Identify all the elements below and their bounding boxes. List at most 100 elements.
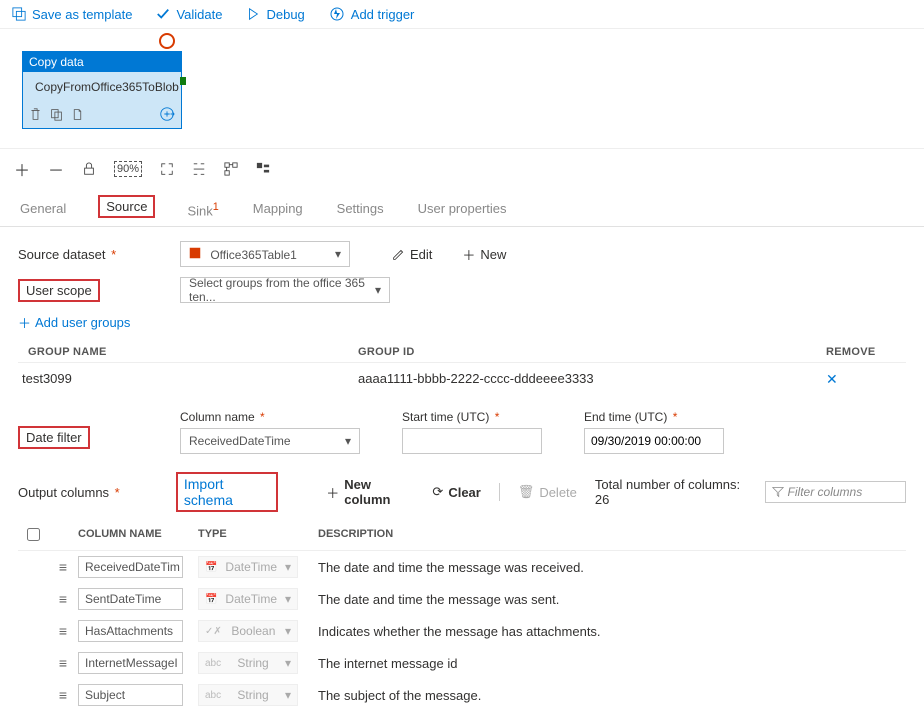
- chevron-down-icon: ▾: [285, 656, 291, 670]
- pencil-icon: [392, 248, 405, 261]
- plus-icon: ＋: [326, 483, 339, 502]
- drag-handle-icon[interactable]: ≡: [48, 623, 78, 639]
- canvas-toolbar: ＋ － 90%: [0, 149, 924, 189]
- tree-view-icon[interactable]: [256, 162, 270, 176]
- source-dataset-label: Source dataset *: [18, 247, 168, 262]
- edit-button[interactable]: Edit: [392, 247, 432, 262]
- type-icon: 📅: [205, 594, 217, 605]
- column-row: ≡SentDateTime 📅DateTime▾ The date and time…: [18, 583, 906, 615]
- tab-user-properties[interactable]: User properties: [416, 195, 509, 226]
- output-columns-label: Output columns *: [18, 485, 158, 500]
- play-icon: [246, 7, 260, 21]
- drag-handle-icon[interactable]: ≡: [48, 559, 78, 575]
- column-name-input[interactable]: SentDateTime: [78, 588, 183, 610]
- column-name-dropdown[interactable]: ReceivedDateTime ▾: [180, 428, 360, 454]
- clone-activity-icon[interactable]: [71, 108, 84, 121]
- column-name-label: Column name *: [180, 410, 360, 424]
- copy-data-activity[interactable]: Copy data CopyFromOffice365ToBlob: [22, 51, 182, 129]
- fullscreen-icon[interactable]: [160, 162, 174, 176]
- end-time-label: End time (UTC) *: [584, 410, 724, 424]
- refresh-icon: ⟳: [432, 484, 443, 500]
- column-type-dropdown[interactable]: ✓✗Boolean▾: [198, 620, 298, 642]
- column-row: ≡Subject abcString▾ The subject of the mes…: [18, 679, 906, 711]
- column-name-input[interactable]: Subject: [78, 684, 183, 706]
- tab-sink[interactable]: Sink1: [185, 195, 220, 226]
- success-port-icon[interactable]: [180, 77, 186, 85]
- zoom-fit-icon[interactable]: 90%: [114, 161, 142, 177]
- new-button[interactable]: ＋ New: [462, 245, 506, 264]
- filter-columns-input[interactable]: Filter columns: [765, 481, 906, 503]
- select-all-checkbox[interactable]: [27, 528, 40, 541]
- plus-icon: ＋: [462, 245, 475, 264]
- debug-button[interactable]: Debug: [246, 7, 304, 22]
- tab-general[interactable]: General: [18, 195, 68, 226]
- layout-icon[interactable]: [224, 162, 238, 176]
- column-type-dropdown[interactable]: abcString▾: [198, 652, 298, 674]
- activity-header: Copy data: [23, 52, 181, 72]
- zoom-out-icon[interactable]: －: [48, 157, 64, 181]
- column-name-input[interactable]: HasAttachments: [78, 620, 183, 642]
- column-name-input[interactable]: InternetMessageI: [78, 652, 183, 674]
- expand-activity-icon[interactable]: [159, 106, 175, 122]
- column-row: ≡HasAttachments✓✗Boolean▾Indicates wheth…: [18, 615, 906, 647]
- validate-button[interactable]: Validate: [156, 7, 222, 22]
- column-description: The internet message id: [318, 656, 906, 671]
- drag-handle-icon[interactable]: ≡: [48, 687, 78, 703]
- zoom-in-icon[interactable]: ＋: [14, 157, 30, 181]
- plus-icon: ＋: [18, 313, 31, 332]
- auto-align-icon[interactable]: [192, 162, 206, 176]
- drag-handle-icon[interactable]: ≡: [48, 591, 78, 607]
- source-form: Source dataset * Office365Table1 ▾ Edit …: [0, 227, 924, 719]
- tab-mapping[interactable]: Mapping: [251, 195, 305, 226]
- source-dataset-dropdown[interactable]: Office365Table1 ▾: [180, 241, 350, 267]
- clear-button[interactable]: ⟳Clear: [432, 484, 480, 500]
- column-type-dropdown[interactable]: abcString▾: [198, 684, 298, 706]
- type-icon: 📅: [205, 562, 217, 573]
- delete-column-button: 🗑Delete: [518, 484, 577, 500]
- lock-icon[interactable]: [82, 162, 96, 176]
- start-time-input[interactable]: [402, 428, 542, 454]
- drag-handle-icon[interactable]: ≡: [48, 655, 78, 671]
- new-column-button[interactable]: ＋New column: [326, 477, 414, 507]
- add-trigger-button[interactable]: Add trigger: [329, 6, 415, 22]
- trigger-icon: [329, 6, 345, 22]
- user-scope-label: User scope: [18, 279, 168, 302]
- chevron-down-icon: ▾: [345, 434, 351, 448]
- chevron-down-icon: ▾: [375, 283, 381, 297]
- type-icon: ✓✗: [205, 626, 222, 637]
- column-type-dropdown[interactable]: 📅DateTime▾: [198, 588, 298, 610]
- import-schema-button[interactable]: Import schema: [176, 472, 278, 512]
- activity-body: CopyFromOffice365ToBlob: [23, 72, 181, 102]
- delete-activity-icon[interactable]: [29, 108, 42, 121]
- chevron-down-icon: ▾: [335, 247, 341, 261]
- activity-footer: [23, 102, 181, 128]
- column-description: The subject of the message.: [318, 688, 906, 703]
- type-icon: abc: [205, 690, 221, 701]
- activity-tabs: General Source Sink1 Mapping Settings Us…: [0, 189, 924, 227]
- copy-activity-icon[interactable]: [50, 108, 63, 121]
- save-as-template-button[interactable]: Save as template: [12, 7, 132, 22]
- column-row: ≡InternetMessageI abcString▾ The internet …: [18, 647, 906, 679]
- column-type-dropdown[interactable]: 📅DateTime▾: [198, 556, 298, 578]
- chevron-down-icon: ▾: [285, 624, 291, 638]
- total-columns-text: Total number of columns: 26: [595, 477, 747, 507]
- chevron-down-icon: ▾: [285, 592, 291, 606]
- trash-icon: 🗑: [518, 484, 535, 500]
- error-indicator-icon: [159, 33, 175, 49]
- add-user-groups-button[interactable]: ＋Add user groups: [18, 313, 906, 332]
- column-name-input[interactable]: ReceivedDateTim: [78, 556, 183, 578]
- office365-icon: [189, 247, 201, 259]
- tab-source[interactable]: Source: [98, 195, 155, 226]
- pipeline-canvas[interactable]: Copy data CopyFromOffice365ToBlob: [0, 29, 924, 149]
- remove-group-button[interactable]: ✕: [826, 371, 906, 388]
- chevron-down-icon: ▾: [285, 688, 291, 702]
- output-columns-table: Column Name Type Description ≡ReceivedDa…: [18, 522, 906, 711]
- column-description: The date and time the message was sent.: [318, 592, 906, 607]
- tab-settings[interactable]: Settings: [335, 195, 386, 226]
- end-time-input[interactable]: [584, 428, 724, 454]
- date-filter-label: Date filter: [18, 410, 168, 449]
- column-description: The date and time the message was receiv…: [318, 560, 906, 575]
- start-time-label: Start time (UTC) *: [402, 410, 542, 424]
- column-row: ≡ReceivedDateTim 📅DateTime▾ The date and t…: [18, 551, 906, 583]
- user-scope-dropdown[interactable]: Select groups from the office 365 ten...…: [180, 277, 390, 303]
